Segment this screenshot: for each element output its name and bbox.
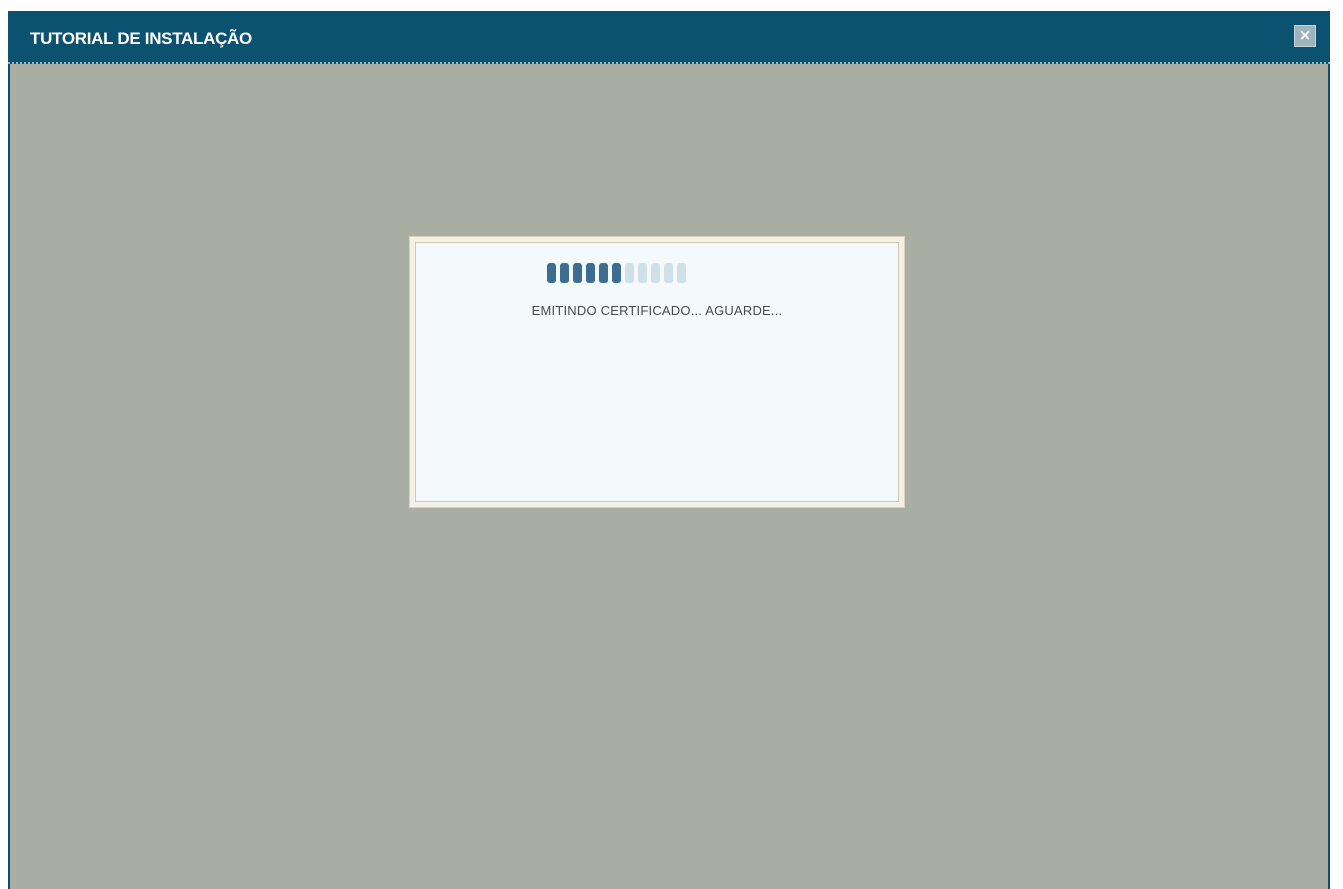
window-title: TUTORIAL DE INSTALAÇÃO <box>30 29 252 48</box>
loading-dialog-frame: EMITINDO CERTIFICADO... AGUARDE... <box>415 242 899 502</box>
progress-indicator <box>547 263 686 285</box>
progress-segment <box>612 263 621 283</box>
title-bar: TUTORIAL DE INSTALAÇÃO × <box>8 11 1330 64</box>
progress-segment <box>677 263 686 283</box>
progress-segment <box>573 263 582 283</box>
progress-segment <box>547 263 556 283</box>
close-button[interactable]: × <box>1294 25 1316 47</box>
progress-segment <box>586 263 595 283</box>
loading-dialog: EMITINDO CERTIFICADO... AGUARDE... <box>410 237 904 507</box>
loading-message: EMITINDO CERTIFICADO... AGUARDE... <box>531 303 783 318</box>
progress-segment <box>651 263 660 283</box>
progress-segment <box>664 263 673 283</box>
progress-segment <box>638 263 647 283</box>
progress-segment <box>625 263 634 283</box>
progress-segment <box>560 263 569 283</box>
progress-segment <box>599 263 608 283</box>
installation-tutorial-window: TUTORIAL DE INSTALAÇÃO × EMITINDO CERTIF… <box>8 11 1330 889</box>
